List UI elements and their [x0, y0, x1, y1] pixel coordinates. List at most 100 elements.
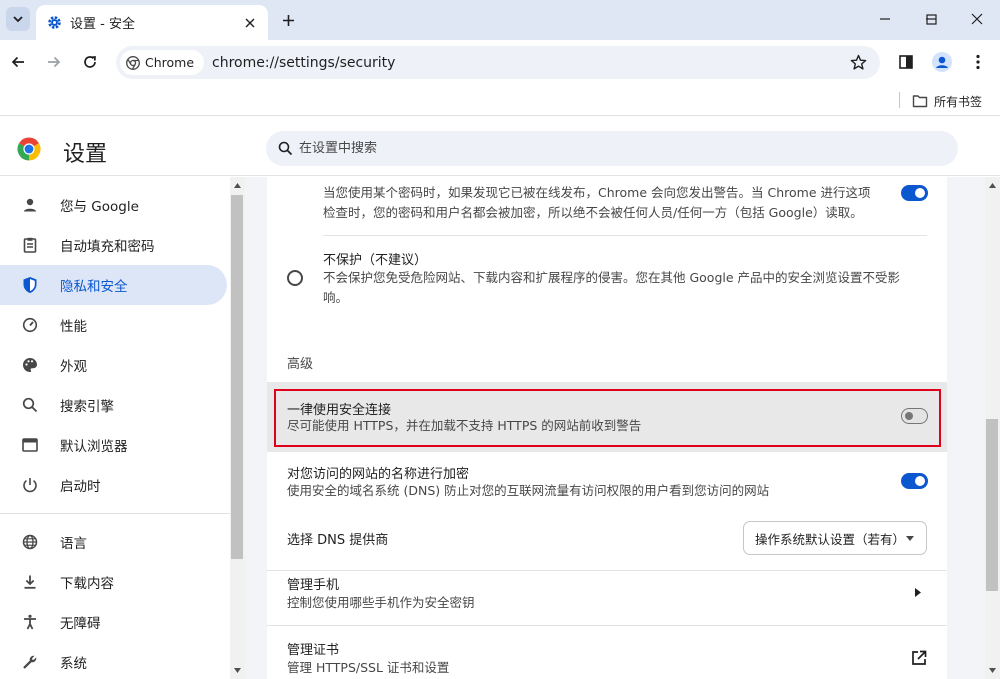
search-input[interactable] [299, 141, 899, 156]
clipboard-icon [20, 235, 40, 255]
chrome-icon [126, 55, 140, 70]
close-window-button[interactable] [954, 0, 1000, 38]
sidebar-item-label: 无障碍 [60, 616, 101, 632]
avatar-icon [932, 52, 952, 72]
reload-icon [84, 56, 96, 68]
sidebar-item-languages[interactable]: 语言 [0, 522, 227, 562]
side-panel-button[interactable] [892, 48, 920, 76]
side-panel-icon [899, 55, 913, 69]
sidebar-item-system[interactable]: 系统 [0, 642, 227, 679]
plus-icon [282, 14, 294, 26]
bookmarks-bar: 所有书签 [0, 85, 1000, 116]
tab-strip: 设置 - 安全 [0, 0, 1000, 40]
browser-window-icon [20, 435, 40, 455]
sidebar-item-label: 默认浏览器 [60, 439, 128, 455]
chevron-right-icon[interactable] [913, 585, 923, 599]
sidebar-item-downloads[interactable]: 下载内容 [0, 562, 227, 602]
sidebar-item-search-engine[interactable]: 搜索引擎 [0, 385, 227, 425]
caret-down-icon [900, 535, 920, 541]
sidebar-item-performance[interactable]: 性能 [0, 305, 227, 345]
sidebar-item-label: 自动填充和密码 [60, 239, 155, 255]
chip-label: Chrome [145, 55, 195, 70]
menu-button[interactable] [964, 48, 992, 76]
sidebar-item-privacy[interactable]: 隐私和安全 [0, 265, 227, 305]
dns-provider-label: 选择 DNS 提供商 [287, 533, 389, 548]
all-bookmarks-label: 所有书签 [934, 94, 983, 109]
sidebar-item-label: 搜索引擎 [60, 399, 114, 415]
sidebar-scrollbar-thumb[interactable] [231, 195, 243, 559]
bookmarks-separator [899, 92, 900, 108]
all-bookmarks-button[interactable]: 所有书签 [912, 91, 982, 111]
row-divider [267, 570, 947, 571]
search-icon [278, 141, 293, 156]
main-scroll-up-arrow[interactable] [985, 178, 1000, 193]
password-warning-desc-2: 检查时，您的密码和用户名都会被加密，所以绝不会被任何人员/任何一方（包括 Goo… [323, 205, 863, 220]
secure-dns-toggle[interactable] [901, 473, 928, 489]
bookmark-star-icon[interactable] [848, 52, 868, 72]
tab-settings-security[interactable]: 设置 - 安全 [36, 5, 268, 40]
sidebar-item-on-startup[interactable]: 启动时 [0, 465, 227, 505]
download-icon [20, 572, 40, 592]
profile-button[interactable] [928, 48, 956, 76]
forward-button[interactable] [40, 48, 68, 76]
sidebar-item-you-and-google[interactable]: 您与 Google [0, 185, 227, 225]
row-divider [267, 625, 947, 626]
chrome-logo-icon [17, 137, 41, 161]
manage-phones-title: 管理手机 [287, 578, 340, 593]
manage-certs-desc: 管理 HTTPS/SSL 证书和设置 [287, 660, 450, 675]
page-title: 设置 [63, 142, 108, 167]
toolbar: Chrome chrome://settings/security [0, 40, 1000, 85]
minimize-button-alt[interactable] [862, 0, 908, 38]
arrow-left-icon [11, 56, 24, 68]
reload-button[interactable] [76, 48, 104, 76]
main-scroll-down-arrow[interactable] [985, 663, 1000, 678]
close-icon [971, 13, 983, 25]
tab-title: 设置 - 安全 [70, 17, 135, 32]
https-first-desc: 尽可能使用 HTTPS，并在加载不支持 HTTPS 的网站前收到警告 [287, 418, 642, 433]
sidebar-item-label: 语言 [60, 536, 87, 552]
main-scrollbar-thumb[interactable] [986, 419, 998, 591]
row-divider [323, 235, 927, 236]
power-icon [20, 475, 40, 495]
sidebar-item-appearance[interactable]: 外观 [0, 345, 227, 385]
settings-search[interactable] [266, 131, 958, 166]
site-info-chip[interactable]: Chrome [120, 50, 205, 75]
https-first-toggle[interactable] [901, 408, 928, 424]
sidebar-item-default-browser[interactable]: 默认浏览器 [0, 425, 227, 465]
sidebar-divider [0, 513, 230, 514]
wrench-icon [20, 652, 40, 672]
external-link-icon[interactable] [910, 649, 928, 667]
gear-icon [46, 15, 62, 31]
maximize-button[interactable] [908, 0, 954, 38]
omnibox[interactable]: Chrome chrome://settings/security [116, 46, 880, 79]
palette-icon [20, 355, 40, 375]
person-icon [20, 195, 40, 215]
sidebar-scroll-up-arrow[interactable] [230, 178, 245, 193]
shield-icon [20, 275, 40, 295]
no-protection-desc-2: 响。 [323, 290, 349, 305]
sidebar-item-autofill[interactable]: 自动填充和密码 [0, 225, 227, 265]
sidebar-item-label: 下载内容 [60, 576, 114, 592]
dns-provider-selected: 操作系统默认设置（若有） [755, 531, 906, 547]
no-protection-radio[interactable] [287, 270, 303, 286]
new-tab-button[interactable] [276, 8, 300, 32]
manage-phones-desc: 控制您使用哪些手机作为安全密钥 [287, 595, 475, 610]
sidebar-item-accessibility[interactable]: 无障碍 [0, 602, 227, 642]
close-icon[interactable] [240, 13, 260, 33]
password-warning-toggle[interactable] [901, 185, 928, 201]
manage-certs-title: 管理证书 [287, 643, 340, 658]
sidebar-item-label: 启动时 [60, 479, 101, 495]
security-settings-card: 当您使用某个密码时，如果发现它已被在线发布，Chrome 会向您发出警告。当 C… [267, 177, 947, 679]
sidebar-item-label: 性能 [60, 319, 87, 335]
accessibility-icon [20, 612, 40, 632]
sidebar-item-label: 系统 [60, 656, 87, 672]
no-protection-desc-1: 不会保护您免受危险网站、下载内容和扩展程序的侵害。您在其他 Google 产品中… [323, 270, 901, 285]
minimize-icon [880, 18, 890, 20]
settings-body: 您与 Google 自动填充和密码 隐私和安全 性能 外观 搜索引擎 默认浏览器 [0, 177, 1000, 679]
sidebar-scroll-down-arrow[interactable] [230, 663, 245, 678]
back-button[interactable] [4, 48, 32, 76]
url-text[interactable]: chrome://settings/security [212, 55, 395, 71]
secure-dns-title: 对您访问的网站的名称进行加密 [287, 467, 470, 482]
tab-search-button[interactable] [6, 7, 30, 31]
dns-provider-select[interactable]: 操作系统默认设置（若有） [743, 521, 927, 555]
